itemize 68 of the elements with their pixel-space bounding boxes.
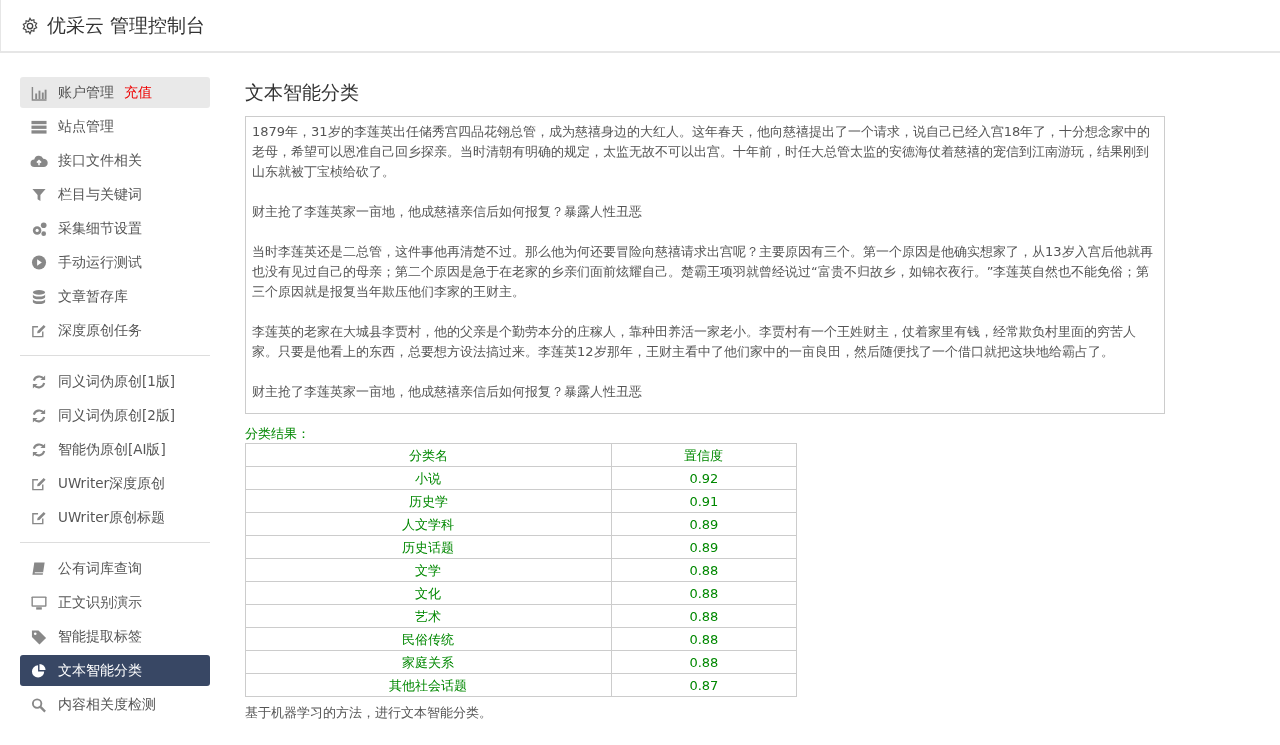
table-cell: 小说	[245, 466, 612, 490]
sidebar-item[interactable]: 正文识别演示	[20, 587, 210, 618]
sidebar-item[interactable]: 文本智能分类	[20, 655, 210, 686]
text-input-field[interactable]	[245, 115, 1165, 414]
monitor-icon	[30, 594, 48, 611]
settings-icon	[21, 16, 39, 35]
edit-icon	[30, 509, 48, 526]
page-title: 文本智能分类	[245, 81, 360, 104]
table-cell: 0.88	[611, 604, 797, 628]
edit-icon	[30, 322, 48, 339]
refresh-icon	[30, 441, 48, 458]
sidebar-item[interactable]: UWriter原创标题	[20, 502, 210, 533]
table-cell: 民俗传统	[245, 627, 612, 651]
paragraph: 当时李莲英还是二总管，这件事他再清楚不过。那么他为何还要冒险向慈禧请求出宫呢？主要原因有三个。第一个原因是他确实想家了，从13岁入宫后他就再也没有见过自己的母亲；第二个原因是急于在老家的乡亲们面前炫耀自己。楚霸王项羽就曾经说过“富贵不归故乡，如锦衣夜行。”李莲英自然也不能免俗；第三个原因就是报复当年欺压他们李家的王财主。	[252, 242, 1154, 301]
table-cell: 0.88	[611, 558, 797, 582]
table-cell: 历史学	[245, 489, 612, 513]
server-icon	[30, 118, 48, 135]
sidebar-item[interactable]: 同义词伪原创[1版]	[20, 366, 210, 397]
app-title: 优采云 管理控制台	[47, 13, 206, 39]
table-cell: 0.89	[611, 512, 797, 536]
tag-icon	[30, 628, 48, 645]
table-cell: 艺术	[245, 604, 612, 628]
database-icon	[30, 288, 48, 305]
sidebar-item[interactable]: 文章暂存库	[20, 281, 210, 312]
paragraph: 财主抢了李莲英家一亩地，他成慈禧亲信后如何报复？暴露人性丑恶	[252, 382, 643, 401]
table-cell: 0.91	[611, 489, 797, 513]
table-cell: 0.88	[611, 650, 797, 674]
refresh-icon	[30, 407, 48, 424]
sidebar-item[interactable]: 手动运行测试	[20, 247, 210, 278]
paragraph: 李莲英的老家在大城县李贾村，他的父亲是个勤劳本分的庄稼人，靠种田养活一家老小。李贾村有一个王姓财主，仗着家里有钱，经常欺负村里面的穷苦人家。只要是他看上的东西，总要想方设法搞过来。李莲英12岁那年，王财主看中了他们家中的一亩良田，然后随便找了一个借口就把这块地给霸占了。	[252, 322, 1137, 361]
table-cell: 0.92	[611, 466, 797, 490]
table-cell: 0.88	[611, 627, 797, 651]
edit-icon	[30, 475, 48, 492]
sidebar-item[interactable]: 内容相关度检测	[20, 689, 210, 720]
paragraph: 财主抢了李莲英家一亩地，他成慈禧亲信后如何报复？暴露人性丑恶	[252, 202, 643, 221]
table-cell: 0.88	[611, 581, 797, 605]
filter-icon	[30, 186, 48, 203]
table-cell: 文学	[245, 558, 612, 582]
refresh-icon	[30, 373, 48, 390]
column-header: 分类名	[245, 443, 612, 467]
play-icon	[30, 254, 48, 271]
sidebar-item[interactable]: 公有词库查询	[20, 553, 210, 584]
sidebar-item[interactable]: 采集细节设置	[20, 213, 210, 244]
sidebar-item[interactable]: 智能伪原创[AI版]	[20, 434, 210, 465]
column-header: 置信度	[611, 443, 797, 467]
chart-icon	[30, 84, 48, 101]
sidebar-item[interactable]: 账户管理 充值	[20, 77, 210, 108]
table-cell: 文化	[245, 581, 612, 605]
paragraph: 1879年，31岁的李莲英出任储秀宫四品花翎总管，成为慈禧身边的大红人。这年春天，他向慈禧提出了一个请求，说自己已经入宫18年了，十分想念家中的老母，希望可以恩准自己回乡探亲。当时清朝有明确的规定，太监无故不可以出宫。十年前，时任大总管太监的安德海仗着慈禧的宠信到江南游玩，结果刚到山东就被丁宝桢给砍了。	[252, 122, 1152, 181]
sidebar-item[interactable]: UWriter深度原创	[20, 468, 210, 499]
book-icon	[30, 560, 48, 577]
sidebar-item[interactable]: 智能提取标签	[20, 621, 210, 652]
sidebar-item[interactable]: 同义词伪原创[2版]	[20, 400, 210, 431]
table-cell: 历史话题	[245, 535, 612, 559]
search-icon	[30, 696, 48, 713]
pie-chart-icon	[30, 662, 48, 679]
sidebar-item[interactable]: 站点管理	[20, 111, 210, 142]
table-cell: 0.87	[611, 673, 797, 697]
sidebar-item[interactable]: 栏目与关键词	[20, 179, 210, 210]
result-label: 分类结果：	[245, 424, 311, 443]
sidebar-item[interactable]: 接口文件相关	[20, 145, 210, 176]
table-cell: 其他社会话题	[245, 673, 612, 697]
recharge-link[interactable]: 充值	[124, 82, 152, 103]
table-cell: 0.89	[611, 535, 797, 559]
description-text: 基于机器学习的方法，进行文本智能分类。	[245, 704, 493, 723]
sidebar-item[interactable]: 深度原创任务	[20, 315, 210, 346]
table-cell: 人文学科	[245, 512, 612, 536]
table-cell: 家庭关系	[245, 650, 612, 674]
